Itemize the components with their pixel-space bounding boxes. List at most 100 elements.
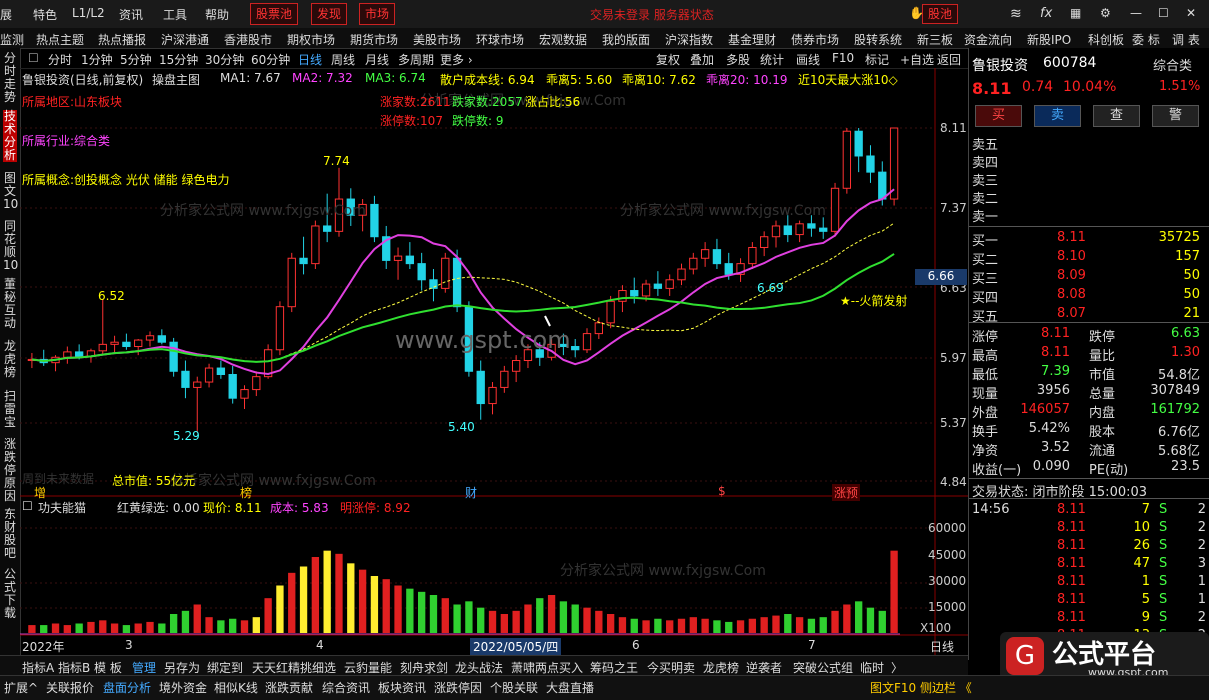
minimize-icon[interactable]: — (1130, 6, 1142, 20)
bottom-tab[interactable]: 境外资金 (159, 679, 207, 696)
indicator-tab[interactable]: 筹码之王 (590, 659, 638, 676)
indicator-tab[interactable]: 今买明卖 (647, 659, 695, 676)
period-tab[interactable]: 1分钟 (81, 51, 113, 68)
tool-button[interactable]: 画线 (796, 51, 820, 68)
bottom-tab[interactable]: 大盘直播 (546, 679, 594, 696)
nav-item[interactable]: 资金流向 (964, 31, 1012, 48)
nav-item[interactable]: 期权市场 (287, 31, 335, 48)
buy-button[interactable]: 买 (975, 105, 1022, 127)
nav-item[interactable]: 沪深港通 (161, 31, 209, 48)
grid-icon[interactable]: ▦ (1070, 6, 1081, 20)
indicator-tab[interactable]: 临时 (860, 659, 884, 676)
tool-button[interactable]: 复权 (656, 51, 680, 68)
period-tab[interactable]: 30分钟 (205, 51, 244, 68)
nav-item[interactable]: 热点主题 (36, 31, 84, 48)
indicator-tab[interactable]: 另存为 (164, 659, 200, 676)
indicator-tab[interactable]: 指标B (58, 659, 90, 676)
indicator-tab[interactable]: 模 板 (94, 659, 122, 676)
side-tab-limit[interactable]: 涨跌停原因 (3, 438, 17, 503)
period-tab[interactable]: 分时 (48, 51, 72, 68)
side-tab-lhb[interactable]: 龙虎榜 (3, 340, 17, 379)
bottom-tab[interactable]: 涨跌贡献 (265, 679, 313, 696)
indicator-tab[interactable]: 龙虎榜 (703, 659, 739, 676)
indicator-tab[interactable]: 绑定到 (207, 659, 243, 676)
nav-item[interactable]: 期货市场 (350, 31, 398, 48)
bottom-tab[interactable]: 综合资讯 (322, 679, 370, 696)
nav-item[interactable]: 委 标 (1132, 31, 1160, 48)
tool-button[interactable]: F10 (832, 51, 854, 65)
checkbox-icon[interactable]: ☐ (28, 51, 39, 65)
indicator-tab[interactable]: 逆袭者 (746, 659, 782, 676)
marker-dividend[interactable]: $ (718, 484, 726, 498)
period-tab[interactable]: 多周期 (398, 51, 434, 68)
tool-button[interactable]: 叠加 (690, 51, 714, 68)
period-tab[interactable]: 周线 (331, 51, 355, 68)
nav-item[interactable]: 热点播报 (98, 31, 146, 48)
gupool-button[interactable]: 股池 (922, 4, 959, 24)
indicator-tab[interactable]: 刻舟求剑 (400, 659, 448, 676)
menu-news[interactable]: 资讯 (119, 6, 143, 23)
f10-sidebar-toggle[interactable]: 图文F10 侧边栏 《 (870, 679, 972, 696)
bottom-tab[interactable]: 板块资讯 (378, 679, 426, 696)
indicator-tab[interactable]: 萧啸两点买入 (511, 659, 583, 676)
add-watchlist-button[interactable]: +自选 (900, 51, 934, 68)
query-button[interactable]: 查 (1093, 105, 1140, 127)
nav-item[interactable]: 美股市场 (413, 31, 461, 48)
period-tab[interactable]: 更多 › (440, 51, 473, 68)
menu-tools[interactable]: 工具 (163, 6, 187, 23)
volume-indicator-icon[interactable]: ☐ (22, 499, 33, 513)
formula-icon[interactable]: fx (1040, 6, 1052, 21)
discover-button[interactable]: 发现 (311, 3, 348, 25)
menu-l1l2[interactable]: L1/L2 (72, 6, 105, 20)
maximize-icon[interactable]: ☐ (1158, 6, 1169, 20)
period-tab[interactable]: 月线 (365, 51, 389, 68)
bottom-tab[interactable]: 盘面分析 (103, 679, 151, 696)
bottom-tab[interactable]: 相似K线 (214, 679, 258, 696)
volume-indicator-name[interactable]: 功夫能猫 (38, 499, 86, 516)
indicator-name[interactable]: 操盘主图 (152, 71, 200, 88)
tool-button[interactable]: 多股 (726, 51, 750, 68)
nav-item[interactable]: 环球市场 (476, 31, 524, 48)
indicator-tab[interactable]: 指标A (22, 659, 54, 676)
side-tab-formula[interactable]: 公式下载 (3, 568, 17, 620)
bottom-tab[interactable]: 个股关联 (490, 679, 538, 696)
menu-features[interactable]: 特色 (33, 6, 57, 23)
indicator-tab[interactable]: 天天红精挑细选 (252, 659, 336, 676)
indicator-tab[interactable]: 龙头战法 (455, 659, 503, 676)
side-tab-guba[interactable]: 东财股吧 (3, 508, 17, 560)
back-button[interactable]: 返回 (937, 51, 961, 68)
period-tab[interactable]: 15分钟 (159, 51, 198, 68)
indicator-tab[interactable]: 突破公式组 (793, 659, 853, 676)
bottom-tab[interactable]: 扩展^ (4, 679, 38, 696)
close-icon[interactable]: ✕ (1186, 6, 1196, 20)
alert-button[interactable]: 警 (1152, 105, 1199, 127)
side-tab-saolei[interactable]: 扫雷宝 (3, 390, 17, 429)
nav-item[interactable]: 债券市场 (791, 31, 839, 48)
nav-item[interactable]: 新股IPO (1027, 31, 1071, 48)
nav-item[interactable]: 新三板 (917, 31, 953, 48)
side-tab-technical[interactable]: 技术分析 (3, 110, 17, 162)
menu-help[interactable]: 帮助 (205, 6, 229, 23)
nav-item[interactable]: 沪深指数 (665, 31, 713, 48)
menu-expand[interactable]: 展 (0, 6, 12, 23)
nav-item[interactable]: 股转系统 (854, 31, 902, 48)
tool-button[interactable]: 标记 (865, 51, 889, 68)
market-button[interactable]: 市场 (359, 3, 396, 25)
bottom-tab[interactable]: 涨跌停因 (434, 679, 482, 696)
marker-finance[interactable]: 财 (465, 484, 477, 501)
side-tab-secretary[interactable]: 董秘互动 (3, 278, 17, 330)
nav-item[interactable]: 监测 (0, 31, 24, 48)
side-tab-timeshare[interactable]: 分时走势 (3, 52, 17, 104)
indicator-tab[interactable]: 云豹量能 (344, 659, 392, 676)
period-tab-active[interactable]: 日线 (298, 51, 322, 68)
settings-icon[interactable]: ⚙ (1100, 6, 1111, 20)
nav-item[interactable]: 香港股市 (224, 31, 272, 48)
nav-item[interactable]: 我的版面 (602, 31, 650, 48)
nav-item[interactable]: 宏观数据 (539, 31, 587, 48)
indicator-tab[interactable]: 管理 (132, 659, 156, 676)
nav-item[interactable]: 调 表 (1172, 31, 1200, 48)
side-tab-ths[interactable]: 同花顺10 (3, 220, 18, 272)
period-tab[interactable]: 60分钟 (251, 51, 290, 68)
layers-icon[interactable]: ≋ (1010, 6, 1022, 22)
sell-button[interactable]: 卖 (1034, 105, 1081, 127)
